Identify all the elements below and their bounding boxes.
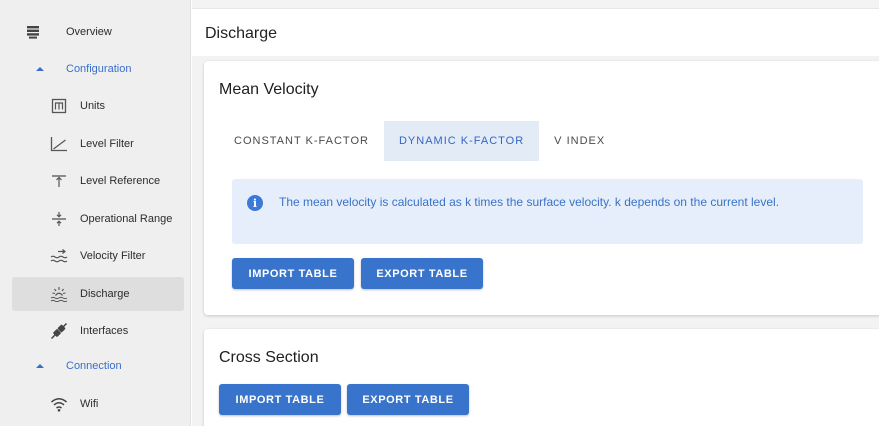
chevron-up-icon [30,349,50,383]
sidebar-item-label: Configuration [66,63,132,75]
discharge-icon [44,277,74,311]
wifi-icon [44,387,74,421]
sidebar-item-label: Level Reference [80,175,161,187]
sidebar-group-configuration[interactable]: Configuration [12,52,184,86]
info-icon: i [247,195,263,211]
tab-v-index[interactable]: V INDEX [539,121,620,161]
sidebar: Overview Configuration Units Level Filte… [0,0,191,426]
sidebar-item-operational-range[interactable]: Operational Range [12,202,184,236]
sidebar-item-label: Connection [66,360,122,372]
sidebar-item-label: Interfaces [80,325,129,337]
sidebar-item-units[interactable]: Units [12,89,184,123]
mean-velocity-export-table-button[interactable]: EXPORT TABLE [361,258,483,289]
cross-section-import-table-button[interactable]: IMPORT TABLE [219,384,341,415]
k-factor-tabs: CONSTANT K-FACTOR DYNAMIC K-FACTOR V IND… [219,121,620,161]
sidebar-item-label: Level Filter [80,138,134,150]
info-alert: i The mean velocity is calculated as k t… [232,179,863,244]
sidebar-group-connection[interactable]: Connection [12,349,184,383]
level-reference-icon [44,164,74,198]
chevron-up-icon [30,52,50,86]
sidebar-item-label: Wifi [80,398,99,410]
velocity-filter-icon [44,239,74,273]
interfaces-icon [44,314,74,348]
sidebar-item-label: Discharge [80,288,130,300]
page-title: Discharge [205,25,278,42]
sidebar-item-interfaces[interactable]: Interfaces [12,314,184,348]
mean-velocity-import-table-button[interactable]: IMPORT TABLE [232,258,354,289]
divider [192,8,879,9]
card-title: Mean Velocity [219,81,319,98]
card-title: Cross Section [219,349,319,366]
units-icon [44,89,74,123]
sidebar-item-discharge[interactable]: Discharge [12,277,184,311]
sidebar-item-label: Overview [66,26,112,38]
level-filter-icon [44,127,74,161]
tab-dynamic-k-factor[interactable]: DYNAMIC K-FACTOR [383,121,540,161]
sidebar-item-label: Velocity Filter [80,250,146,262]
main-content: Discharge Mean Velocity CONSTANT K-FACTO… [192,0,879,426]
sidebar-item-label: Operational Range [80,213,173,225]
cross-section-export-table-button[interactable]: EXPORT TABLE [347,384,469,415]
sidebar-item-label: Units [80,100,106,112]
mean-velocity-card: Mean Velocity CONSTANT K-FACTOR DYNAMIC … [204,61,879,315]
sidebar-item-level-filter[interactable]: Level Filter [12,127,184,161]
sidebar-item-wifi[interactable]: Wifi [12,387,184,421]
sidebar-item-level-reference[interactable]: Level Reference [12,164,184,198]
operational-range-icon [44,202,74,236]
sidebar-item-overview[interactable]: Overview [12,15,184,49]
page-header: Discharge [192,8,879,56]
sidebar-item-velocity-filter[interactable]: Velocity Filter [12,239,184,273]
cross-section-card: Cross Section IMPORT TABLE EXPORT TABLE [204,329,879,426]
dashboard-icon [18,15,48,49]
info-text: The mean velocity is calculated as k tim… [279,195,780,209]
tab-constant-k-factor[interactable]: CONSTANT K-FACTOR [219,121,384,161]
